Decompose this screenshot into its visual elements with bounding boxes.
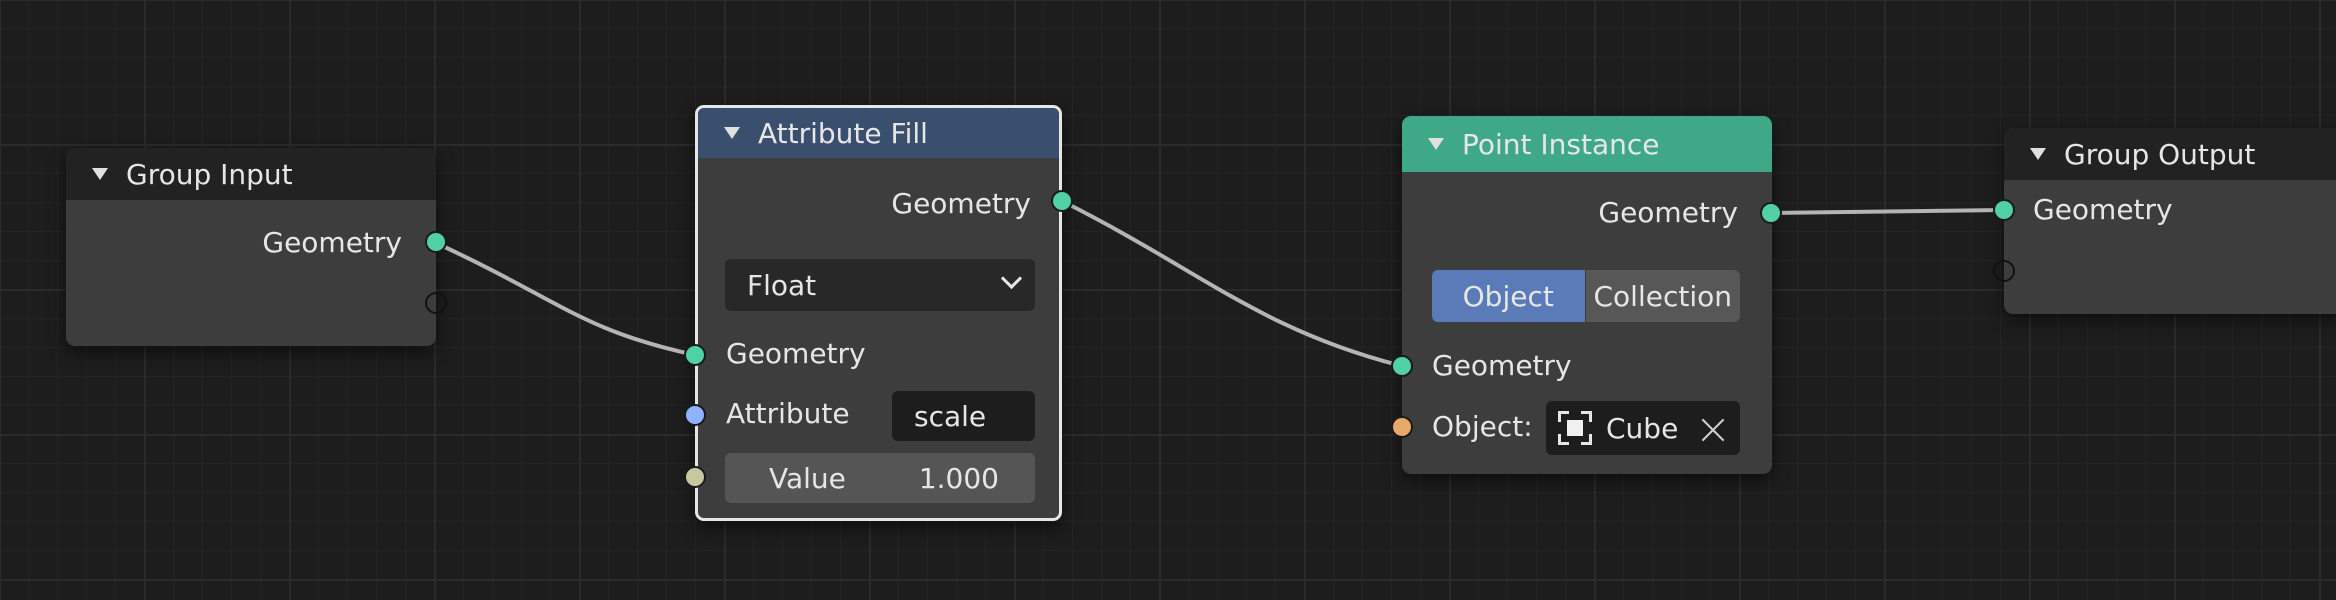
object-label: Object: bbox=[1432, 410, 1533, 443]
dropdown-value: Float bbox=[747, 268, 817, 302]
attribute-fill-node[interactable]: Attribute Fill Geometry Float Geometry A… bbox=[695, 105, 1062, 521]
point-instance-header[interactable]: Point Instance bbox=[1402, 116, 1772, 172]
node-title: Group Input bbox=[126, 157, 293, 191]
attribute-fill-value-socket[interactable] bbox=[684, 466, 706, 488]
output-geometry-label: Geometry bbox=[1598, 196, 1738, 229]
value-slider[interactable]: Value 1.000 bbox=[725, 453, 1035, 503]
group-output-geometry-socket[interactable] bbox=[1993, 199, 2015, 221]
mode-collection-button[interactable]: Collection bbox=[1584, 270, 1740, 322]
node-title: Group Output bbox=[2064, 137, 2256, 171]
data-type-dropdown[interactable]: Float bbox=[725, 259, 1035, 311]
group-input-node[interactable]: Group Input Geometry bbox=[66, 148, 436, 346]
value-number: 1.000 bbox=[918, 461, 999, 495]
group-output-empty-socket[interactable] bbox=[1993, 260, 2015, 282]
attribute-label: Attribute bbox=[726, 397, 850, 430]
object-cube-icon bbox=[1558, 411, 1592, 445]
node-title: Attribute Fill bbox=[758, 116, 928, 150]
clear-x-icon[interactable] bbox=[1700, 417, 1726, 443]
attribute-fill-attribute-socket[interactable] bbox=[684, 404, 706, 426]
group-input-empty-socket[interactable] bbox=[425, 292, 447, 314]
node-title: Point Instance bbox=[1462, 127, 1660, 161]
instance-type-toggle[interactable]: Object Collection bbox=[1432, 270, 1740, 322]
attribute-fill-output-geometry-socket[interactable] bbox=[1051, 190, 1073, 212]
collapse-arrow-icon[interactable] bbox=[1428, 138, 1444, 150]
attribute-fill-input-geometry-socket[interactable] bbox=[684, 344, 706, 366]
output-geometry-label: Geometry bbox=[891, 187, 1031, 220]
collapse-arrow-icon[interactable] bbox=[2030, 148, 2046, 160]
input-geometry-label: Geometry bbox=[726, 337, 866, 370]
input-geometry-label: Geometry bbox=[1432, 349, 1572, 382]
point-instance-node[interactable]: Point Instance Geometry Object Collectio… bbox=[1402, 116, 1772, 474]
object-picker-field[interactable]: Cube bbox=[1546, 401, 1740, 455]
attribute-name-value: scale bbox=[914, 399, 987, 433]
point-instance-object-socket[interactable] bbox=[1391, 416, 1413, 438]
point-instance-input-geometry-socket[interactable] bbox=[1391, 355, 1413, 377]
attribute-name-input[interactable]: scale bbox=[892, 391, 1035, 441]
attribute-fill-header[interactable]: Attribute Fill bbox=[698, 108, 1059, 158]
output-geometry-label: Geometry bbox=[262, 226, 402, 259]
object-name: Cube bbox=[1606, 411, 1679, 445]
collapse-arrow-icon[interactable] bbox=[92, 168, 108, 180]
collapse-arrow-icon[interactable] bbox=[724, 127, 740, 139]
point-instance-output-geometry-socket[interactable] bbox=[1760, 202, 1782, 224]
group-output-header[interactable]: Group Output bbox=[2004, 128, 2336, 180]
input-geometry-label: Geometry bbox=[2033, 193, 2173, 226]
chevron-down-icon bbox=[1000, 267, 1023, 290]
group-input-geometry-socket[interactable] bbox=[425, 231, 447, 253]
group-input-header[interactable]: Group Input bbox=[66, 148, 436, 200]
mode-object-button[interactable]: Object bbox=[1432, 270, 1585, 322]
group-output-node[interactable]: Group Output Geometry bbox=[2004, 128, 2336, 314]
value-label: Value bbox=[769, 461, 846, 495]
